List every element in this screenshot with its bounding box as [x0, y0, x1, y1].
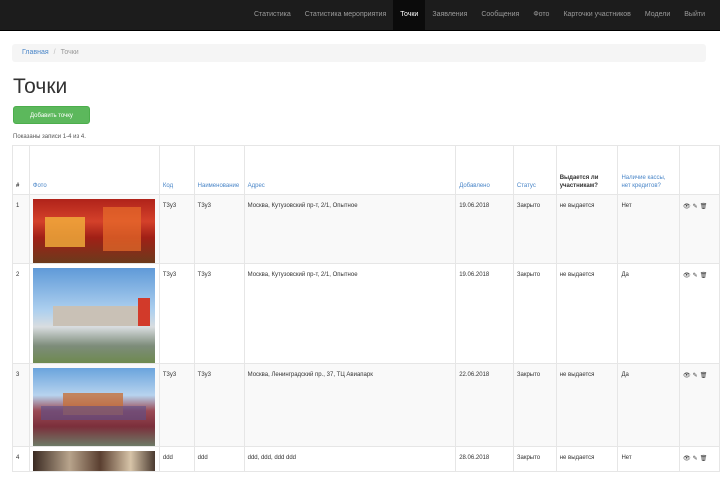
cell-number: 3 [12, 363, 30, 447]
cell-photo [28, 194, 160, 264]
header-code[interactable]: Код [158, 145, 195, 195]
cell-number: 2 [12, 263, 30, 364]
header-status[interactable]: Статус [512, 145, 557, 195]
cell-added: 28.06.2018 [455, 446, 514, 472]
cell-name: Т3у3 [193, 263, 245, 364]
cell-added: 19.06.2018 [455, 194, 514, 264]
cell-code: Т3у3 [158, 194, 195, 264]
header-name[interactable]: Наименование [193, 145, 245, 195]
cell-photo [28, 446, 160, 472]
header-issued: Выдается ли участникам? [555, 145, 619, 195]
nav-item-statistics[interactable]: Статистика [247, 0, 298, 30]
nav-item-event-statistics[interactable]: Статистика мероприятия [298, 0, 394, 30]
table-row: 3 Т3у3 Т3у3 Москва, Ленинградский пр., 3… [12, 363, 720, 447]
delete-icon[interactable]: 🗑 [700, 273, 708, 279]
header-cashier[interactable]: Наличие кассы, нет кредитов? [617, 145, 681, 195]
header-address[interactable]: Адрес [243, 145, 457, 195]
point-photo[interactable] [32, 368, 155, 446]
nav-menu: Статистика Статистика мероприятия Точки … [247, 0, 712, 30]
cell-code: ddd [158, 446, 195, 472]
table-row: 4 ddd ddd ddd, ddd, ddd ddd 28.06.2018 З… [12, 446, 720, 472]
header-number: # [12, 145, 30, 195]
cell-issued: не выдается [555, 194, 619, 264]
points-table: # Фото Код Наименование Адрес Добавлено … [12, 145, 720, 472]
view-icon[interactable]: 👁 [683, 204, 691, 210]
edit-icon[interactable]: ✎ [693, 373, 698, 379]
cell-actions: 👁 ✎ 🗑 [679, 194, 720, 264]
cell-issued: не выдается [555, 363, 619, 447]
cell-address: ddd, ddd, ddd ddd [243, 446, 457, 472]
add-point-button[interactable]: Добавить точку [13, 106, 90, 124]
cell-actions: 👁 ✎ 🗑 [679, 263, 720, 364]
cell-cashier: Да [617, 363, 681, 447]
cell-status: Закрыто [512, 263, 557, 364]
breadcrumb: Главная / Точки [12, 44, 706, 62]
table-row: 1 Т3у3 Т3у3 Москва, Кутузовский пр-т, 2/… [12, 194, 720, 264]
nav-item-messages[interactable]: Сообщения [474, 0, 526, 30]
nav-item-participant-cards[interactable]: Карточки участников [556, 0, 637, 30]
cell-photo [28, 363, 160, 447]
top-navbar: Статистика Статистика мероприятия Точки … [0, 0, 720, 31]
cell-issued: не выдается [555, 263, 619, 364]
cell-photo [28, 263, 160, 364]
cell-name: Т3у3 [193, 363, 245, 447]
cell-name: ddd [193, 446, 245, 472]
cell-added: 22.06.2018 [455, 363, 514, 447]
cell-address: Москва, Ленинградский пр., 37, ТЦ Авиапа… [243, 363, 457, 447]
delete-icon[interactable]: 🗑 [700, 456, 708, 462]
cell-actions: 👁 ✎ 🗑 [679, 363, 720, 447]
point-photo[interactable] [32, 199, 155, 263]
nav-item-applications[interactable]: Заявления [425, 0, 474, 30]
header-actions [679, 145, 720, 195]
cell-cashier: Нет [617, 446, 681, 472]
cell-code: Т3у3 [158, 363, 195, 447]
nav-item-models[interactable]: Модели [638, 0, 677, 30]
table-header-row: # Фото Код Наименование Адрес Добавлено … [12, 145, 720, 195]
table-row: 2 Т3у3 Т3у3 Москва, Кутузовский пр-т, 2/… [12, 263, 720, 364]
cell-number: 4 [12, 446, 30, 472]
cell-status: Закрыто [512, 194, 557, 264]
breadcrumb-current: Точки [60, 49, 79, 56]
cell-cashier: Да [617, 263, 681, 364]
delete-icon[interactable]: 🗑 [700, 204, 708, 210]
edit-icon[interactable]: ✎ [693, 204, 698, 210]
delete-icon[interactable]: 🗑 [700, 373, 708, 379]
edit-icon[interactable]: ✎ [693, 273, 698, 279]
cell-status: Закрыто [512, 446, 557, 472]
cell-name: Т3у3 [193, 194, 245, 264]
cell-address: Москва, Кутузовский пр-т, 2/1, Опытное [243, 263, 457, 364]
nav-item-logout[interactable]: Выйти [677, 0, 712, 30]
view-icon[interactable]: 👁 [683, 273, 691, 279]
breadcrumb-separator: / [53, 49, 56, 56]
view-icon[interactable]: 👁 [683, 456, 691, 462]
view-icon[interactable]: 👁 [683, 373, 691, 379]
point-photo[interactable] [32, 451, 155, 471]
header-photo[interactable]: Фото [28, 145, 160, 195]
point-photo[interactable] [32, 268, 155, 363]
header-added[interactable]: Добавлено [455, 145, 514, 195]
nav-item-photos[interactable]: Фото [526, 0, 556, 30]
records-summary: Показаны записи 1-4 из 4. [13, 134, 86, 140]
cell-cashier: Нет [617, 194, 681, 264]
cell-status: Закрыто [512, 363, 557, 447]
edit-icon[interactable]: ✎ [693, 456, 698, 462]
nav-item-points[interactable]: Точки [393, 0, 426, 30]
cell-number: 1 [12, 194, 30, 264]
page-title: Точки [13, 75, 68, 98]
cell-issued: не выдается [555, 446, 619, 472]
breadcrumb-home-link[interactable]: Главная [22, 49, 49, 56]
cell-actions: 👁 ✎ 🗑 [679, 446, 720, 472]
cell-code: Т3у3 [158, 263, 195, 364]
cell-address: Москва, Кутузовский пр-т, 2/1, Опытное [243, 194, 457, 264]
cell-added: 19.06.2018 [455, 263, 514, 364]
